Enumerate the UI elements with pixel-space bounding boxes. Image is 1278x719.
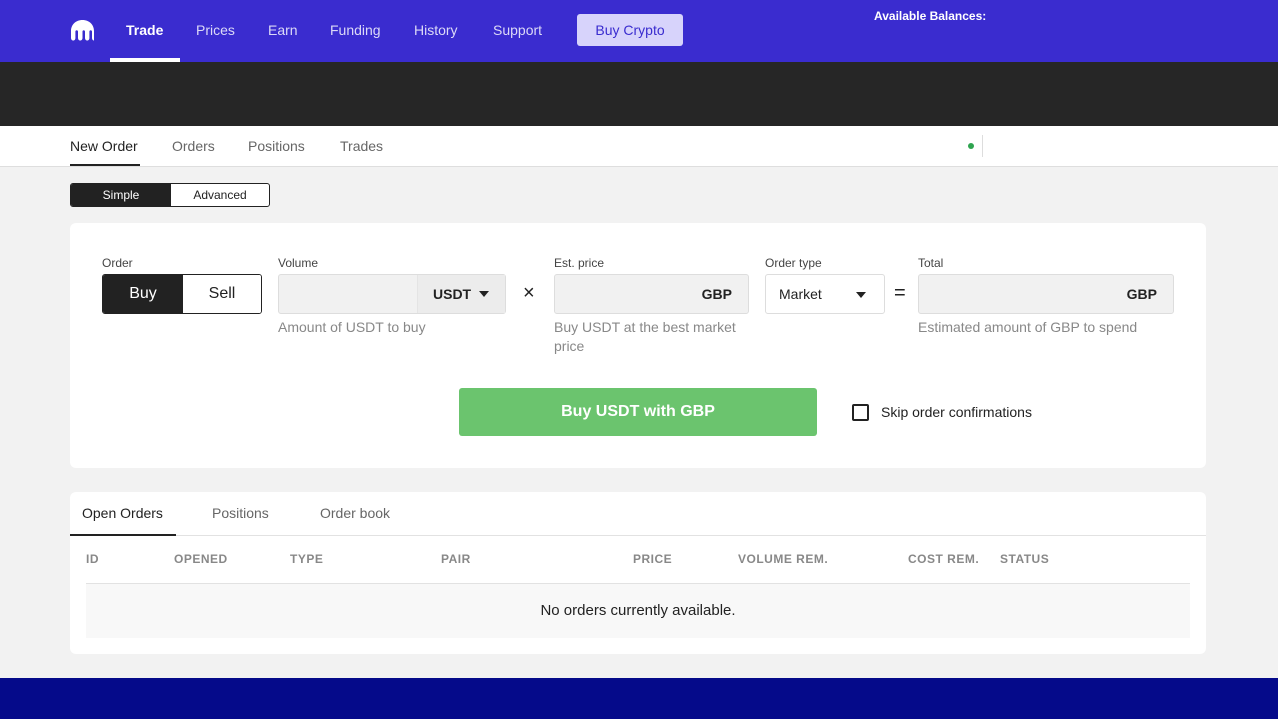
tab-order-book[interactable]: Order book [320, 492, 390, 535]
footer-band [0, 678, 1278, 719]
volume-label: Volume [278, 256, 319, 270]
volume-input[interactable]: USDT [278, 274, 506, 314]
order-type-value: Market [779, 286, 822, 302]
tab-orders[interactable]: Orders [172, 126, 215, 167]
order-mode-toggle: Simple Advanced [70, 183, 270, 207]
chevron-down-icon [479, 291, 489, 297]
column-header-id[interactable]: ID [86, 552, 99, 566]
skip-confirmations-label[interactable]: Skip order confirmations [881, 404, 1032, 420]
empty-orders-message: No orders currently available. [86, 584, 1190, 638]
skip-confirmations-checkbox[interactable] [852, 404, 869, 421]
new-order-card: Order Buy Sell Volume USDT Amount of USD… [70, 223, 1206, 468]
multiply-icon: × [523, 282, 535, 304]
equals-icon: = [894, 282, 906, 304]
available-balances-label: Available Balances: [874, 9, 987, 23]
nav-item-funding[interactable]: Funding [330, 0, 381, 62]
market-header-band [0, 62, 1278, 126]
volume-hint: Amount of USDT to buy [278, 319, 426, 335]
column-header-volume-rem[interactable]: VOLUME REM. [738, 552, 828, 566]
kraken-logo-icon[interactable] [70, 19, 95, 41]
tab-positions[interactable]: Positions [248, 126, 305, 167]
est-price-unit: GBP [701, 286, 732, 302]
nav-item-trade[interactable]: Trade [126, 0, 163, 62]
order-type-label: Order type [765, 256, 822, 270]
column-header-pair[interactable]: PAIR [441, 552, 471, 566]
subtab-divider [982, 135, 983, 157]
nav-item-prices[interactable]: Prices [196, 0, 235, 62]
est-price-input[interactable]: GBP [554, 274, 749, 314]
chevron-down-icon [856, 292, 866, 298]
total-input[interactable]: GBP [918, 274, 1174, 314]
nav-item-history[interactable]: History [414, 0, 458, 62]
top-nav-bar: Trade Prices Earn Funding History Suppor… [0, 0, 1278, 62]
orders-panel: Open Orders Positions Order book ID OPEN… [70, 492, 1206, 654]
tab-positions-panel[interactable]: Positions [212, 492, 269, 535]
total-unit: GBP [1126, 286, 1157, 302]
tab-trades[interactable]: Trades [340, 126, 383, 167]
orders-panel-tabs: Open Orders Positions Order book [70, 492, 1206, 536]
trade-subtabs: New Order Orders Positions Trades [0, 126, 1278, 167]
nav-item-earn[interactable]: Earn [268, 0, 298, 62]
simple-mode-button[interactable]: Simple [71, 184, 171, 206]
subtab-active-indicator [70, 164, 140, 166]
tab-open-orders[interactable]: Open Orders [82, 492, 163, 535]
column-header-cost-rem[interactable]: COST REM. [908, 552, 979, 566]
column-header-status[interactable]: STATUS [1000, 552, 1049, 566]
orders-tab-active-indicator [70, 534, 176, 536]
column-header-price[interactable]: PRICE [633, 552, 672, 566]
buy-sell-toggle: Buy Sell [102, 274, 262, 314]
submit-order-button[interactable]: Buy USDT with GBP [459, 388, 817, 436]
order-side-label: Order [102, 256, 133, 270]
column-header-opened[interactable]: OPENED [174, 552, 228, 566]
connection-status-dot [968, 143, 974, 149]
volume-unit-label: USDT [433, 286, 472, 302]
sell-button[interactable]: Sell [183, 275, 261, 313]
advanced-mode-button[interactable]: Advanced [171, 184, 269, 206]
buy-button[interactable]: Buy [103, 275, 183, 313]
nav-item-support[interactable]: Support [493, 0, 542, 62]
total-hint: Estimated amount of GBP to spend [918, 319, 1138, 335]
est-price-label: Est. price [554, 256, 605, 270]
order-type-select[interactable]: Market [765, 274, 885, 314]
total-label: Total [918, 256, 944, 270]
tab-new-order[interactable]: New Order [70, 126, 138, 167]
buy-crypto-button[interactable]: Buy Crypto [577, 14, 683, 46]
volume-unit-select[interactable]: USDT [417, 275, 505, 313]
column-header-type[interactable]: TYPE [290, 552, 323, 566]
est-price-hint: Buy USDT at the best market price [554, 319, 736, 354]
